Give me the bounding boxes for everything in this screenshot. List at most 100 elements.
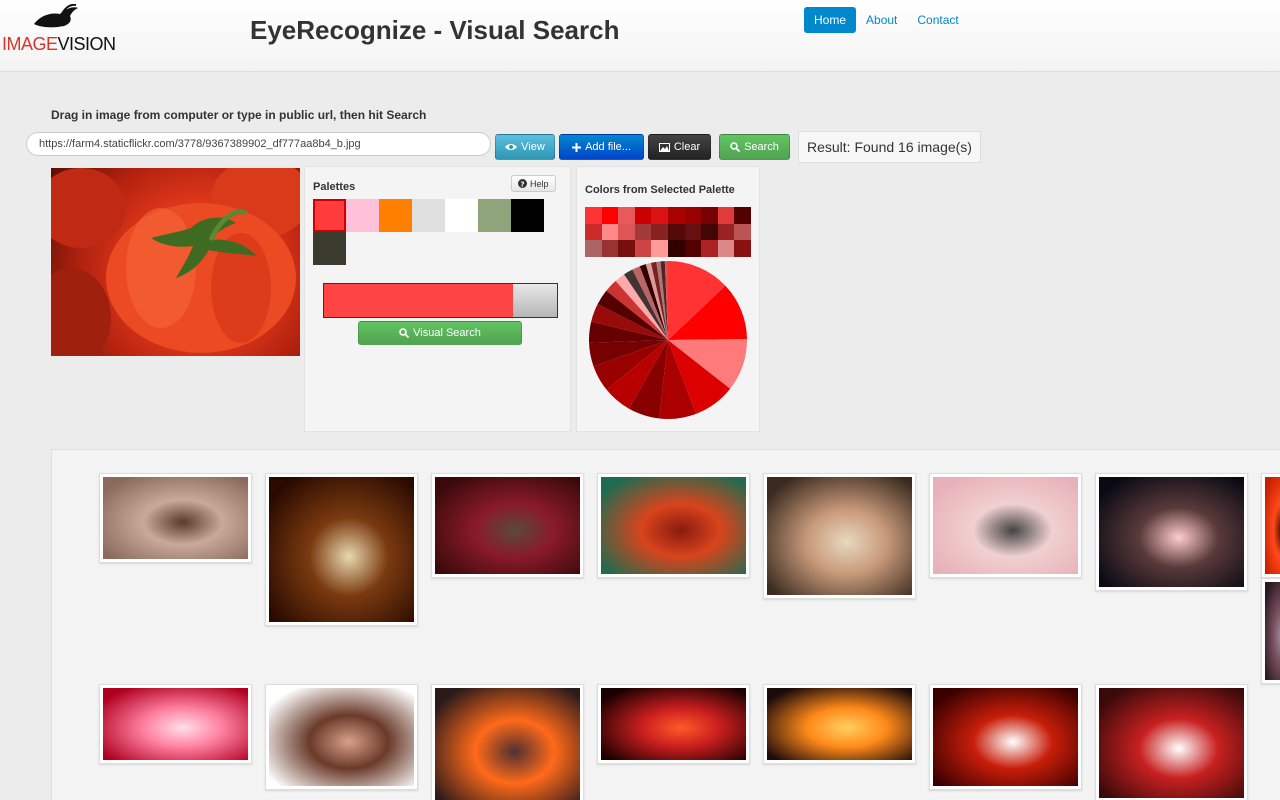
view-button[interactable]: View bbox=[495, 134, 555, 160]
palette-color-cell bbox=[667, 207, 685, 224]
palette-color-cell bbox=[667, 240, 685, 257]
result-flower-vase bbox=[435, 477, 580, 574]
palette-color-cell bbox=[701, 223, 718, 241]
palette-color-cell bbox=[734, 223, 751, 241]
palette-color-cell bbox=[717, 240, 735, 257]
image-url-input[interactable] bbox=[26, 132, 491, 156]
view-button-label: View bbox=[521, 141, 545, 153]
selected-palette-bar bbox=[323, 283, 558, 318]
palette-swatch[interactable] bbox=[346, 199, 379, 232]
result-edge-2 bbox=[1265, 582, 1280, 680]
palette-color-cell bbox=[717, 223, 735, 241]
palette-bar-segment bbox=[324, 284, 513, 317]
imagevision-logo[interactable]: IMAGEVISION bbox=[0, 4, 120, 54]
result-thumbnail[interactable] bbox=[763, 473, 916, 599]
top-navbar: IMAGEVISION EyeRecognize - Visual Search… bbox=[0, 0, 1280, 72]
add-file-button-label: Add file... bbox=[585, 141, 631, 153]
palette-color-cell bbox=[651, 240, 668, 257]
search-instruction: Drag in image from computer or type in p… bbox=[51, 108, 427, 122]
results-grid bbox=[51, 449, 1280, 800]
clear-button-label: Clear bbox=[673, 141, 701, 153]
help-button-label: Help bbox=[530, 178, 549, 189]
palette-color-cell bbox=[734, 207, 751, 224]
result-thumbnail[interactable] bbox=[431, 684, 584, 800]
visual-search-button[interactable]: Visual Search bbox=[358, 321, 522, 345]
palette-swatch[interactable] bbox=[412, 199, 445, 232]
search-button[interactable]: Search bbox=[719, 134, 790, 160]
result-thumbnail[interactable] bbox=[597, 684, 750, 764]
result-thumbnail[interactable] bbox=[929, 473, 1082, 578]
palette-color-cell bbox=[618, 207, 635, 224]
palette-color-cell bbox=[717, 207, 735, 224]
palette-color-cell bbox=[684, 240, 702, 257]
result-city-night bbox=[1099, 477, 1244, 587]
palette-color-cell bbox=[601, 223, 619, 241]
result-thumbnail[interactable] bbox=[431, 473, 584, 578]
result-toy-houses bbox=[933, 477, 1078, 574]
result-red-sky bbox=[601, 688, 746, 760]
logo-wordmark: IMAGEVISION bbox=[2, 34, 116, 54]
palette-swatch[interactable] bbox=[313, 232, 346, 265]
result-silhouette-sunset bbox=[767, 688, 912, 760]
result-edge-1 bbox=[1099, 688, 1244, 798]
colors-panel: Colors from Selected Palette bbox=[576, 166, 760, 432]
palette-color-cell bbox=[585, 207, 602, 224]
result-thumbnail[interactable] bbox=[1261, 473, 1280, 578]
palette-color-cell bbox=[634, 223, 652, 241]
palette-color-cell bbox=[618, 240, 635, 257]
nav-home[interactable]: Home bbox=[804, 7, 857, 33]
result-thumbnail[interactable] bbox=[99, 473, 252, 563]
palette-color-cell bbox=[701, 240, 718, 257]
result-thumbnail[interactable] bbox=[265, 473, 418, 626]
help-button[interactable]: ? Help bbox=[511, 175, 556, 192]
result-hearts-street bbox=[933, 688, 1078, 786]
result-thumbnail[interactable] bbox=[1095, 684, 1248, 800]
palette-swatch[interactable] bbox=[478, 199, 511, 232]
palette-color-cell bbox=[601, 207, 619, 224]
palette-color-cell bbox=[618, 223, 635, 241]
palette-color-cell bbox=[585, 223, 602, 241]
result-portrait bbox=[269, 688, 414, 786]
result-bubbles bbox=[103, 477, 248, 559]
search-icon bbox=[730, 142, 741, 152]
result-thumbnail[interactable] bbox=[763, 684, 916, 764]
palette-pie-chart bbox=[589, 261, 747, 419]
rabbit-logo-icon bbox=[34, 4, 78, 28]
result-count: Result: Found 16 image(s) bbox=[798, 131, 981, 163]
result-thumbnail[interactable] bbox=[597, 473, 750, 578]
result-thumbnail[interactable] bbox=[265, 684, 418, 790]
palette-swatch[interactable] bbox=[511, 199, 544, 232]
palette-color-cell bbox=[585, 240, 602, 257]
palette-bar-segment bbox=[512, 284, 557, 317]
nav-contact[interactable]: Contact bbox=[907, 7, 968, 33]
palette-swatch[interactable] bbox=[379, 199, 412, 232]
result-thumbnail[interactable] bbox=[929, 684, 1082, 790]
palette-color-grid bbox=[585, 207, 753, 257]
palette-color-cell bbox=[651, 207, 668, 224]
result-thumbnail[interactable] bbox=[99, 684, 252, 764]
search-icon bbox=[399, 328, 410, 338]
result-calla-lily bbox=[269, 477, 414, 622]
palette-swatches bbox=[313, 199, 553, 265]
result-sunset-sea bbox=[435, 688, 580, 800]
question-icon: ? bbox=[518, 179, 527, 188]
picture-icon bbox=[658, 142, 670, 152]
palette-color-cell bbox=[667, 223, 685, 241]
add-file-button[interactable]: Add file... bbox=[559, 134, 644, 160]
palette-swatch[interactable] bbox=[313, 199, 346, 232]
result-petals bbox=[103, 688, 248, 760]
palette-color-cell bbox=[634, 240, 652, 257]
search-button-label: Search bbox=[744, 141, 779, 153]
palette-color-cell bbox=[684, 223, 702, 241]
clear-button[interactable]: Clear bbox=[648, 134, 711, 160]
palette-color-cell bbox=[651, 223, 668, 241]
visual-search-button-label: Visual Search bbox=[413, 327, 481, 339]
nav-about[interactable]: About bbox=[856, 7, 907, 33]
palette-color-cell bbox=[701, 207, 718, 224]
palette-swatch[interactable] bbox=[445, 199, 478, 232]
result-thumbnail[interactable] bbox=[1095, 473, 1248, 591]
plus-icon bbox=[572, 142, 582, 152]
result-lily bbox=[601, 477, 746, 574]
result-thumbnail[interactable] bbox=[1261, 578, 1280, 684]
palette-color-cell bbox=[734, 240, 751, 257]
